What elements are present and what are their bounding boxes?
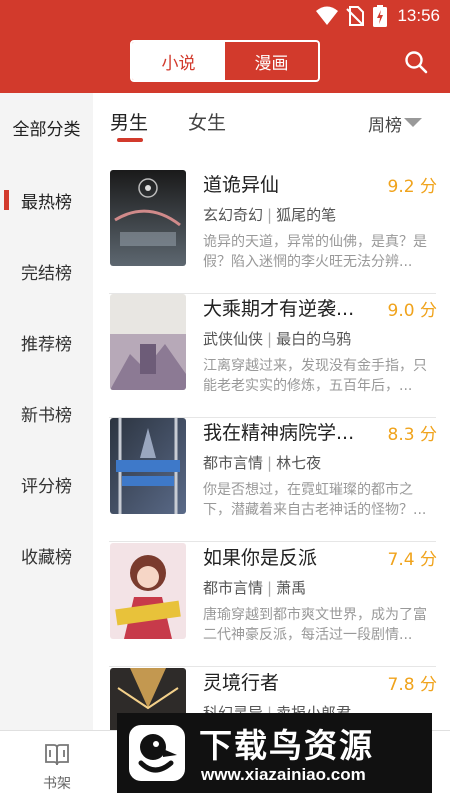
book-description: 江离穿越过来，发现没有金手指，只能老老实实的修炼，五百年后，... [203,358,427,394]
meta-divider: | [267,330,273,348]
book-cover [110,418,186,514]
book-genre: 武侠仙侠 [203,330,264,348]
no-sim-icon [346,6,364,26]
divider [109,666,436,667]
book-meta: 武侠仙侠 | 最白的乌鸦 [203,328,351,349]
meta-divider: | [267,454,273,472]
tab-female[interactable]: 女生 [188,108,226,135]
bookshelf-label[interactable]: 书架 [0,773,114,793]
book-item[interactable]: 道诡异仙 9.2 分 玄幻奇幻 | 狐尾的笔 诡异的天道，异常的仙佛，是真？是假？陷… [93,170,450,294]
sidebar-item-completed[interactable]: 完结榜 [0,259,93,284]
battery-charging-icon [373,5,387,27]
sidebar-item-recommended[interactable]: 推荐榜 [0,330,93,355]
book-score: 7.4 分 [387,550,437,570]
book-item[interactable]: 大乘期才有逆袭... 9.0 分 武侠仙侠 | 最白的乌鸦 江离穿越过来，发现没有金… [93,294,450,418]
book-score: 8.3 分 [387,425,437,445]
book-description: 唐瑜穿越到都市爽文世界，成为了富二代神豪反派，每活过一段剧情... [203,607,427,643]
sidebar-item-new[interactable]: 新书榜 [0,401,93,426]
wifi-icon [316,6,338,25]
sidebar-item-hottest[interactable]: 最热榜 [0,188,93,213]
ranking-sidebar: 全部分类 最热榜 完结榜 推荐榜 新书榜 评分榜 收藏榜 [0,93,93,730]
book-cover [110,294,186,390]
book-description: 诡异的天道，异常的仙佛，是真？是假？陷入迷惘的李火旺无法分辨... [203,234,427,270]
search-icon[interactable] [404,50,428,74]
book-author: 萧禹 [276,579,307,597]
book-genre: 都市言情 [203,454,264,472]
book-author: 狐尾的笔 [276,206,337,224]
book-genre: 都市言情 [203,579,264,597]
book-score: 7.8 分 [387,675,437,695]
tab-male-underline [117,138,143,142]
book-title: 灵境行者 [203,672,280,694]
book-score: 9.2 分 [387,177,437,197]
book-title: 道诡异仙 [203,174,280,196]
tab-comic[interactable]: 漫画 [225,42,318,80]
all-categories-button[interactable]: 全部分类 [0,115,93,140]
book-meta: 都市言情 | 萧禹 [203,577,306,598]
meta-divider: | [267,206,273,224]
book-genre: 玄幻奇幻 [203,206,264,224]
book-author: 最白的乌鸦 [276,330,352,348]
status-time: 13:56 [397,6,440,25]
tab-male[interactable]: 男生 [110,108,148,135]
status-bar: 13:56 [0,0,450,32]
app-header: 13:56 小说 漫画 [0,0,450,93]
tab-novel[interactable]: 小说 [132,42,225,80]
book-description: 你是否想过，在霓虹璀璨的都市之下，潜藏着来自古老神话的怪物？... [203,482,427,518]
sidebar-item-favorites[interactable]: 收藏榜 [0,543,93,568]
bird-logo-icon [129,725,185,781]
book-meta: 都市言情 | 林七夜 [203,452,321,473]
book-item[interactable]: 我在精神病院学... 8.3 分 都市言情 | 林七夜 你是否想过，在霓虹璀璨的都市… [93,418,450,542]
meta-divider: | [267,579,273,597]
book-title: 我在精神病院学... [203,422,355,444]
book-cover [110,543,186,639]
book-title: 大乘期才有逆袭... [203,298,355,320]
book-score: 9.0 分 [387,301,437,321]
sidebar-item-rating[interactable]: 评分榜 [0,472,93,497]
book-title: 如果你是反派 [203,547,318,569]
divider [109,541,436,542]
content-type-switch: 小说 漫画 [130,40,320,82]
book-item[interactable]: 如果你是反派 7.4 分 都市言情 | 萧禹 唐瑜穿越到都市爽文世界，成为了富二代神… [93,543,450,667]
book-author: 林七夜 [276,454,322,472]
watermark: 下载鸟资源 www.xiazainiao.com [117,713,432,793]
book-cover [110,170,186,266]
bookshelf-icon[interactable] [44,743,70,767]
caret-down-icon[interactable] [404,118,422,127]
watermark-url: www.xiazainiao.com [201,765,366,784]
watermark-title: 下载鸟资源 [199,726,374,765]
book-meta: 玄幻奇幻 | 狐尾的笔 [203,204,336,225]
period-select[interactable]: 周榜 [368,111,402,136]
